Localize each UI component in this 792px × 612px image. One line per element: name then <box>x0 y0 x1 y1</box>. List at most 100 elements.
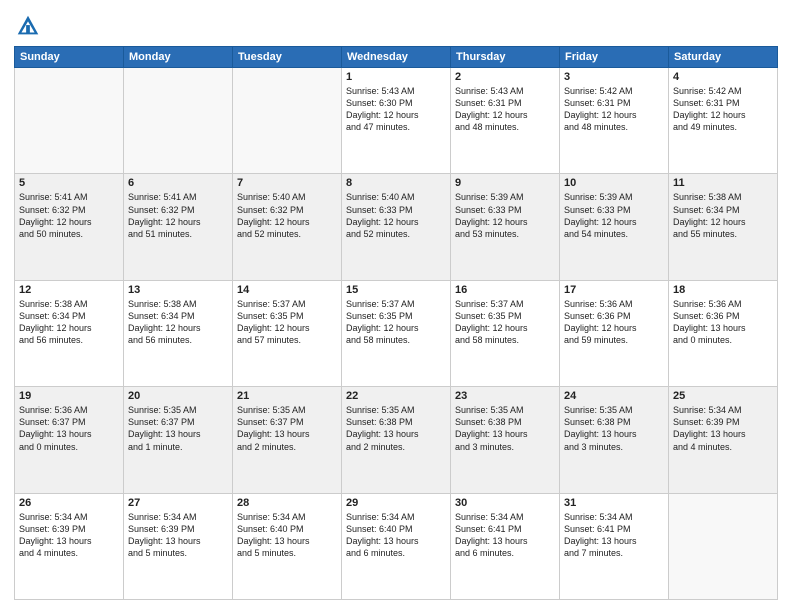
calendar-cell <box>669 493 778 599</box>
cell-info: Sunrise: 5:35 AM Sunset: 6:38 PM Dayligh… <box>346 404 446 453</box>
cell-info: Sunrise: 5:34 AM Sunset: 6:39 PM Dayligh… <box>128 511 228 560</box>
calendar-cell: 16 Sunrise: 5:37 AM Sunset: 6:35 PM Dayli… <box>451 280 560 386</box>
cell-info: Sunrise: 5:41 AM Sunset: 6:32 PM Dayligh… <box>19 191 119 240</box>
cell-info: Sunrise: 5:37 AM Sunset: 6:35 PM Dayligh… <box>237 298 337 347</box>
day-number: 29 <box>346 497 446 509</box>
day-number: 4 <box>673 71 773 83</box>
cell-info: Sunrise: 5:38 AM Sunset: 6:34 PM Dayligh… <box>128 298 228 347</box>
cell-info: Sunrise: 5:34 AM Sunset: 6:41 PM Dayligh… <box>455 511 555 560</box>
calendar-cell <box>124 68 233 174</box>
day-number: 19 <box>19 390 119 402</box>
cell-info: Sunrise: 5:38 AM Sunset: 6:34 PM Dayligh… <box>673 191 773 240</box>
calendar-cell: 15 Sunrise: 5:37 AM Sunset: 6:35 PM Dayli… <box>342 280 451 386</box>
calendar-cell: 2 Sunrise: 5:43 AM Sunset: 6:31 PM Daylig… <box>451 68 560 174</box>
day-number: 12 <box>19 284 119 296</box>
day-number: 23 <box>455 390 555 402</box>
calendar-cell: 26Sunrise: 5:34 AM Sunset: 6:39 PM Dayli… <box>15 493 124 599</box>
cell-info: Sunrise: 5:36 AM Sunset: 6:37 PM Dayligh… <box>19 404 119 453</box>
day-number: 7 <box>237 177 337 189</box>
cell-info: Sunrise: 5:36 AM Sunset: 6:36 PM Dayligh… <box>564 298 664 347</box>
calendar-cell: 25 Sunrise: 5:34 AM Sunset: 6:39 PM Dayli… <box>669 387 778 493</box>
calendar-cell: 6 Sunrise: 5:41 AM Sunset: 6:32 PM Daylig… <box>124 174 233 280</box>
calendar-cell: 9Sunrise: 5:39 AM Sunset: 6:33 PM Daylig… <box>451 174 560 280</box>
cell-info: Sunrise: 5:38 AM Sunset: 6:34 PM Dayligh… <box>19 298 119 347</box>
day-number: 6 <box>128 177 228 189</box>
cell-info: Sunrise: 5:43 AM Sunset: 6:30 PM Dayligh… <box>346 85 446 134</box>
cell-info: Sunrise: 5:43 AM Sunset: 6:31 PM Dayligh… <box>455 85 555 134</box>
day-number: 22 <box>346 390 446 402</box>
calendar-cell: 21Sunrise: 5:35 AM Sunset: 6:37 PM Dayli… <box>233 387 342 493</box>
cell-info: Sunrise: 5:40 AM Sunset: 6:32 PM Dayligh… <box>237 191 337 240</box>
calendar-cell: 28 Sunrise: 5:34 AM Sunset: 6:40 PM Dayli… <box>233 493 342 599</box>
day-number: 5 <box>19 177 119 189</box>
calendar-cell: 10Sunrise: 5:39 AM Sunset: 6:33 PM Dayli… <box>560 174 669 280</box>
calendar-header-saturday: Saturday <box>669 47 778 68</box>
cell-info: Sunrise: 5:42 AM Sunset: 6:31 PM Dayligh… <box>564 85 664 134</box>
day-number: 24 <box>564 390 664 402</box>
calendar-cell: 3 Sunrise: 5:42 AM Sunset: 6:31 PM Daylig… <box>560 68 669 174</box>
cell-info: Sunrise: 5:34 AM Sunset: 6:40 PM Dayligh… <box>237 511 337 560</box>
day-number: 30 <box>455 497 555 509</box>
cell-info: Sunrise: 5:37 AM Sunset: 6:35 PM Dayligh… <box>455 298 555 347</box>
cell-info: Sunrise: 5:41 AM Sunset: 6:32 PM Dayligh… <box>128 191 228 240</box>
cell-info: Sunrise: 5:39 AM Sunset: 6:33 PM Dayligh… <box>455 191 555 240</box>
calendar-header-sunday: Sunday <box>15 47 124 68</box>
calendar-header-thursday: Thursday <box>451 47 560 68</box>
cell-info: Sunrise: 5:37 AM Sunset: 6:35 PM Dayligh… <box>346 298 446 347</box>
calendar-cell: 17 Sunrise: 5:36 AM Sunset: 6:36 PM Dayli… <box>560 280 669 386</box>
cell-info: Sunrise: 5:36 AM Sunset: 6:36 PM Dayligh… <box>673 298 773 347</box>
calendar-row-0: 1 Sunrise: 5:43 AM Sunset: 6:30 PM Daylig… <box>15 68 778 174</box>
day-number: 31 <box>564 497 664 509</box>
calendar-cell: 20 Sunrise: 5:35 AM Sunset: 6:37 PM Dayli… <box>124 387 233 493</box>
day-number: 17 <box>564 284 664 296</box>
calendar-cell: 23 Sunrise: 5:35 AM Sunset: 6:38 PM Dayli… <box>451 387 560 493</box>
day-number: 28 <box>237 497 337 509</box>
page: SundayMondayTuesdayWednesdayThursdayFrid… <box>0 0 792 612</box>
calendar-row-2: 12 Sunrise: 5:38 AM Sunset: 6:34 PM Dayli… <box>15 280 778 386</box>
day-number: 18 <box>673 284 773 296</box>
day-number: 11 <box>673 177 773 189</box>
calendar-cell: 19 Sunrise: 5:36 AM Sunset: 6:37 PM Dayli… <box>15 387 124 493</box>
calendar-cell <box>15 68 124 174</box>
logo <box>14 12 46 40</box>
calendar-cell: 29 Sunrise: 5:34 AM Sunset: 6:40 PM Dayli… <box>342 493 451 599</box>
calendar-header-wednesday: Wednesday <box>342 47 451 68</box>
calendar-cell <box>233 68 342 174</box>
calendar-cell: 4 Sunrise: 5:42 AM Sunset: 6:31 PM Daylig… <box>669 68 778 174</box>
calendar-cell: 7 Sunrise: 5:40 AM Sunset: 6:32 PM Daylig… <box>233 174 342 280</box>
day-number: 3 <box>564 71 664 83</box>
calendar-cell: 12 Sunrise: 5:38 AM Sunset: 6:34 PM Dayli… <box>15 280 124 386</box>
cell-info: Sunrise: 5:34 AM Sunset: 6:41 PM Dayligh… <box>564 511 664 560</box>
cell-info: Sunrise: 5:39 AM Sunset: 6:33 PM Dayligh… <box>564 191 664 240</box>
day-number: 25 <box>673 390 773 402</box>
cell-info: Sunrise: 5:35 AM Sunset: 6:37 PM Dayligh… <box>128 404 228 453</box>
day-number: 20 <box>128 390 228 402</box>
calendar-header-row: SundayMondayTuesdayWednesdayThursdayFrid… <box>15 47 778 68</box>
calendar-cell: 14Sunrise: 5:37 AM Sunset: 6:35 PM Dayli… <box>233 280 342 386</box>
calendar-header-friday: Friday <box>560 47 669 68</box>
day-number: 8 <box>346 177 446 189</box>
day-number: 15 <box>346 284 446 296</box>
calendar-cell: 1 Sunrise: 5:43 AM Sunset: 6:30 PM Daylig… <box>342 68 451 174</box>
header <box>14 12 778 40</box>
calendar-cell: 22 Sunrise: 5:35 AM Sunset: 6:38 PM Dayli… <box>342 387 451 493</box>
calendar-cell: 5 Sunrise: 5:41 AM Sunset: 6:32 PM Daylig… <box>15 174 124 280</box>
day-number: 13 <box>128 284 228 296</box>
calendar-row-3: 19 Sunrise: 5:36 AM Sunset: 6:37 PM Dayli… <box>15 387 778 493</box>
day-number: 16 <box>455 284 555 296</box>
cell-info: Sunrise: 5:34 AM Sunset: 6:39 PM Dayligh… <box>673 404 773 453</box>
cell-info: Sunrise: 5:35 AM Sunset: 6:38 PM Dayligh… <box>455 404 555 453</box>
day-number: 26 <box>19 497 119 509</box>
cell-info: Sunrise: 5:34 AM Sunset: 6:40 PM Dayligh… <box>346 511 446 560</box>
calendar-table: SundayMondayTuesdayWednesdayThursdayFrid… <box>14 46 778 600</box>
day-number: 2 <box>455 71 555 83</box>
calendar-cell: 18 Sunrise: 5:36 AM Sunset: 6:36 PM Dayli… <box>669 280 778 386</box>
calendar-cell: 11 Sunrise: 5:38 AM Sunset: 6:34 PM Dayli… <box>669 174 778 280</box>
calendar-header-tuesday: Tuesday <box>233 47 342 68</box>
day-number: 1 <box>346 71 446 83</box>
calendar-cell: 31 Sunrise: 5:34 AM Sunset: 6:41 PM Dayli… <box>560 493 669 599</box>
cell-info: Sunrise: 5:35 AM Sunset: 6:37 PM Dayligh… <box>237 404 337 453</box>
calendar-cell: 13 Sunrise: 5:38 AM Sunset: 6:34 PM Dayli… <box>124 280 233 386</box>
cell-info: Sunrise: 5:42 AM Sunset: 6:31 PM Dayligh… <box>673 85 773 134</box>
cell-info: Sunrise: 5:35 AM Sunset: 6:38 PM Dayligh… <box>564 404 664 453</box>
